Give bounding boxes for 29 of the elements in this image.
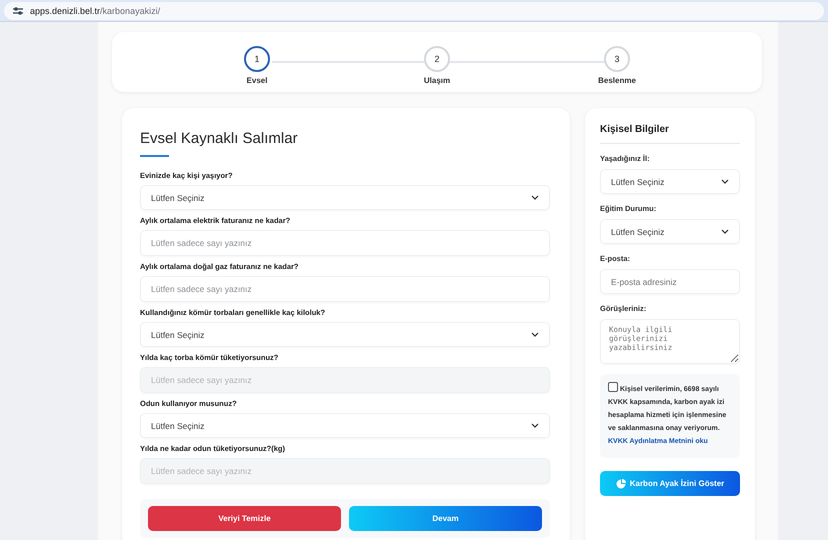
select-field[interactable]: Lütfen Seçiniz xyxy=(140,413,550,438)
step-circle[interactable]: 1 xyxy=(244,46,270,72)
chevron-down-icon xyxy=(721,229,729,234)
panel-title: Kişisel Bilgiler xyxy=(600,124,670,135)
step-circle[interactable]: 3 xyxy=(604,46,630,72)
site-settings-icon[interactable] xyxy=(12,6,24,16)
step-label: Beslenme xyxy=(598,76,636,85)
chevron-down-icon xyxy=(721,179,729,184)
step-label: Evsel xyxy=(246,76,268,85)
select-field[interactable]: Lütfen Seçiniz xyxy=(140,322,550,347)
chevron-down-icon xyxy=(531,195,539,200)
clear-button[interactable]: Veriyi Temizle xyxy=(148,506,341,531)
step-label: Ulaşım xyxy=(424,76,450,85)
form-title: Evsel Kaynaklı Salımlar xyxy=(140,130,299,147)
title-underline xyxy=(140,155,169,157)
pie-chart-icon xyxy=(616,478,626,488)
address-bar[interactable]: apps.denizli.bel.tr/karbonayakizi/ xyxy=(4,2,824,20)
chevron-down-icon xyxy=(531,332,539,337)
url-text: apps.denizli.bel.tr/karbonayakizi/ xyxy=(30,6,160,16)
show-footprint-button[interactable]: Karbon Ayak İzini Göster xyxy=(600,471,740,496)
consent-checkbox[interactable] xyxy=(608,382,618,392)
input-field[interactable]: Lütfen sadece sayı yazınız xyxy=(140,276,550,302)
email-field[interactable]: E-posta adresiniz xyxy=(600,269,740,294)
chevron-down-icon xyxy=(531,423,539,428)
input-field[interactable]: Lütfen sadece sayı yazınız xyxy=(140,230,550,256)
step-circle[interactable]: 2 xyxy=(424,46,450,72)
select-field[interactable]: Lütfen Seçiniz xyxy=(140,185,550,210)
select-field[interactable]: Lütfen Seçiniz xyxy=(600,169,740,194)
select-field[interactable]: Lütfen Seçiniz xyxy=(600,219,740,244)
